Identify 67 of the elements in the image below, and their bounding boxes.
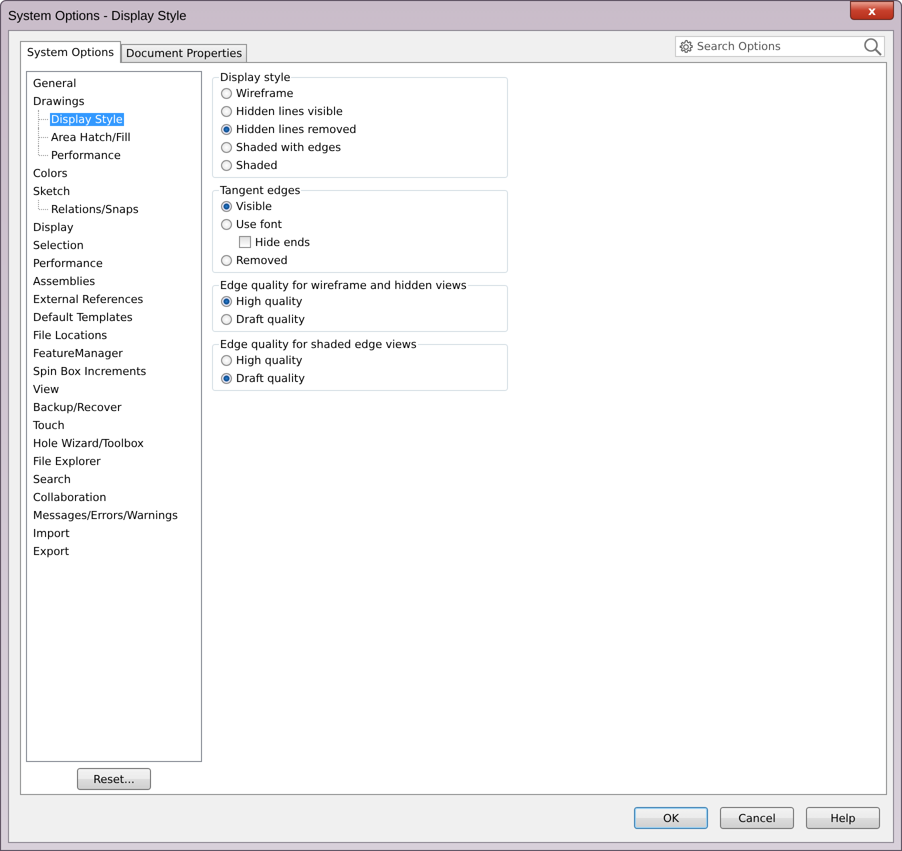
dialog-button[interactable]: OK xyxy=(634,807,708,829)
tree-item[interactable]: External References xyxy=(32,292,144,306)
tree-item[interactable]: Touch xyxy=(32,418,66,432)
option-label: Hide ends xyxy=(255,236,310,248)
radio-button[interactable] xyxy=(221,296,232,306)
tab[interactable]: Document Properties xyxy=(120,44,248,62)
option-label: Shaded xyxy=(236,158,278,172)
tree-item[interactable]: File Locations xyxy=(32,328,108,342)
search-icon[interactable] xyxy=(863,37,883,57)
tree-item[interactable]: Colors xyxy=(32,166,68,180)
tree-item[interactable]: Collaboration xyxy=(32,490,108,504)
checkbox[interactable] xyxy=(239,236,251,248)
tree-item[interactable]: FeatureManager xyxy=(32,346,124,360)
group-title: Edge quality for shaded edge views xyxy=(219,338,418,351)
tab[interactable]: System Options xyxy=(20,41,121,63)
radio-button[interactable] xyxy=(221,88,232,98)
dialog-button[interactable]: Cancel xyxy=(720,807,794,829)
option-label: Hidden lines removed xyxy=(236,122,356,136)
tree-item[interactable]: Display xyxy=(32,220,75,234)
tree-item[interactable]: Default Templates xyxy=(32,310,134,324)
option-label: High quality xyxy=(236,294,302,308)
option-label: Wireframe xyxy=(236,86,294,100)
option-label: High quality xyxy=(236,354,302,366)
option-label: Draft quality xyxy=(236,312,305,326)
radio-button[interactable] xyxy=(221,372,232,384)
tree-item[interactable]: Import xyxy=(32,526,71,540)
radio-button[interactable] xyxy=(221,142,232,152)
reset-button[interactable]: Reset... xyxy=(77,768,151,790)
radio-button[interactable] xyxy=(221,124,232,134)
tree-item[interactable]: Performance xyxy=(32,256,104,270)
tree-item[interactable]: Performance xyxy=(50,148,122,162)
group-title: Display style xyxy=(219,71,292,84)
dialog-button[interactable]: Help xyxy=(806,807,880,829)
option-label: Hidden lines visible xyxy=(236,104,343,118)
tree-item[interactable]: View xyxy=(32,382,60,396)
tree-item[interactable]: File Explorer xyxy=(32,454,102,468)
radio-button[interactable] xyxy=(221,354,232,366)
tree-item[interactable]: Sketch xyxy=(32,184,72,198)
tree-item[interactable]: Spin Box Increments xyxy=(32,364,148,378)
radio-button[interactable] xyxy=(221,314,232,324)
option-label: Visible xyxy=(236,200,272,212)
tree-item[interactable]: Export xyxy=(32,544,70,558)
gear-icon[interactable] xyxy=(678,39,694,55)
group-title: Tangent edges xyxy=(219,184,302,197)
tree-item[interactable]: Area Hatch/Fill xyxy=(50,130,132,144)
tree-item[interactable]: Drawings xyxy=(32,94,86,108)
option-label: Draft quality xyxy=(236,372,305,384)
radio-button[interactable] xyxy=(221,254,232,266)
tree-item[interactable]: Search xyxy=(32,472,72,486)
tree-item[interactable]: Relations/Snaps xyxy=(50,202,140,216)
tree-item[interactable]: Selection xyxy=(32,238,85,252)
tree-item[interactable]: General xyxy=(32,76,78,90)
tree-item[interactable]: Assemblies xyxy=(32,274,96,288)
radio-button[interactable] xyxy=(221,218,232,230)
tree-item[interactable]: Messages/Errors/Warnings xyxy=(32,508,179,522)
radio-button[interactable] xyxy=(221,106,232,116)
window-title: System Options - Display Style xyxy=(8,8,186,23)
group-title: Edge quality for wireframe and hidden views xyxy=(219,279,468,292)
radio-button[interactable] xyxy=(221,200,232,212)
search-field[interactable]: Search Options xyxy=(675,36,885,57)
option-label: Shaded with edges xyxy=(236,140,341,154)
tree-item[interactable]: Backup/Recover xyxy=(32,400,123,414)
option-label: Use font xyxy=(236,218,282,230)
tree-item[interactable]: Hole Wizard/Toolbox xyxy=(32,436,145,450)
radio-button[interactable] xyxy=(221,160,232,170)
close-button[interactable]: x xyxy=(850,1,894,20)
option-label: Removed xyxy=(236,254,288,266)
